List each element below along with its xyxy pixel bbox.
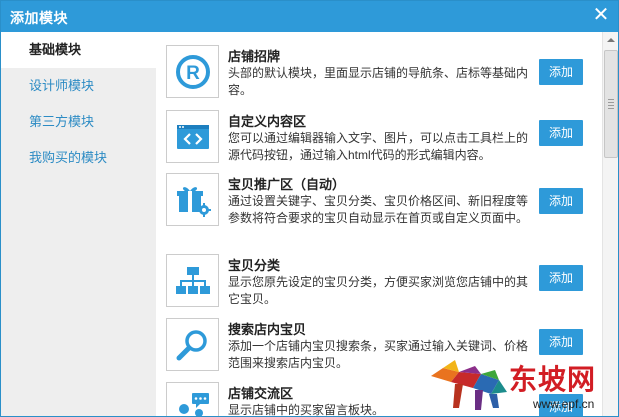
dialog-title: 添加模块 (10, 10, 68, 26)
close-icon[interactable]: ✕ (591, 5, 611, 25)
chat-users-icon (166, 382, 219, 416)
module-title: 自定义内容区 (228, 114, 307, 129)
add-button[interactable]: 添加 (539, 394, 583, 416)
sidebar-item-basic-modules[interactable]: 基础模块 (1, 32, 156, 68)
module-list: R 店铺招牌 头部的默认模块，里面显示店铺的导航条、店标等基础内容。 添加 自定… (156, 32, 602, 417)
registered-icon: R (166, 45, 219, 98)
scroll-up-arrow-icon[interactable] (603, 32, 618, 48)
add-button[interactable]: 添加 (539, 120, 583, 146)
category-tree-icon (166, 254, 219, 307)
gift-gear-icon (166, 173, 219, 226)
module-title: 宝贝分类 (228, 258, 281, 273)
module-category-sidebar: 基础模块 设计师模块 第三方模块 我购买的模块 (1, 32, 156, 416)
module-title: 店铺交流区 (228, 386, 294, 401)
module-description: 显示您原先设定的宝贝分类，方便买家浏览您店铺中的其它宝贝。 (228, 275, 529, 306)
add-module-dialog: 添加模块 ✕ 基础模块 设计师模块 第三方模块 我购买的模块 R 店铺招牌 头部… (0, 0, 619, 417)
add-button[interactable]: 添加 (539, 59, 583, 85)
add-button[interactable]: 添加 (539, 265, 583, 291)
module-description: 通过设置关键字、宝贝分类、宝贝价格区间、新旧程度等参数将符合要求的宝贝自动显示在… (228, 194, 529, 225)
dialog-titlebar: 添加模块 ✕ (1, 1, 618, 32)
module-description: 显示店铺中的买家留言板块。 (228, 403, 385, 417)
vertical-scrollbar[interactable] (602, 32, 618, 416)
module-title: 搜索店内宝贝 (228, 322, 307, 337)
module-description: 头部的默认模块，里面显示店铺的导航条、店标等基础内容。 (228, 66, 529, 97)
search-icon (166, 318, 219, 371)
sidebar-item-designer-modules[interactable]: 设计师模块 (1, 68, 156, 104)
add-button[interactable]: 添加 (539, 329, 583, 355)
module-description: 您可以通过编辑器输入文字、图片，可以点击工具栏上的源代码按钮，通过输入html代… (228, 131, 529, 162)
module-description: 添加一个店铺内宝贝搜索条，买家通过输入关键词、价格范围来搜索店内宝贝。 (228, 339, 529, 370)
sidebar-item-third-party-modules[interactable]: 第三方模块 (1, 104, 156, 140)
module-title: 店铺招牌 (228, 49, 281, 64)
code-icon (166, 110, 219, 163)
scroll-thumb[interactable] (604, 50, 618, 158)
add-button[interactable]: 添加 (539, 188, 583, 214)
svg-text:R: R (186, 63, 200, 84)
sidebar-item-purchased-modules[interactable]: 我购买的模块 (1, 140, 156, 176)
module-title: 宝贝推广区（自动） (228, 177, 346, 192)
